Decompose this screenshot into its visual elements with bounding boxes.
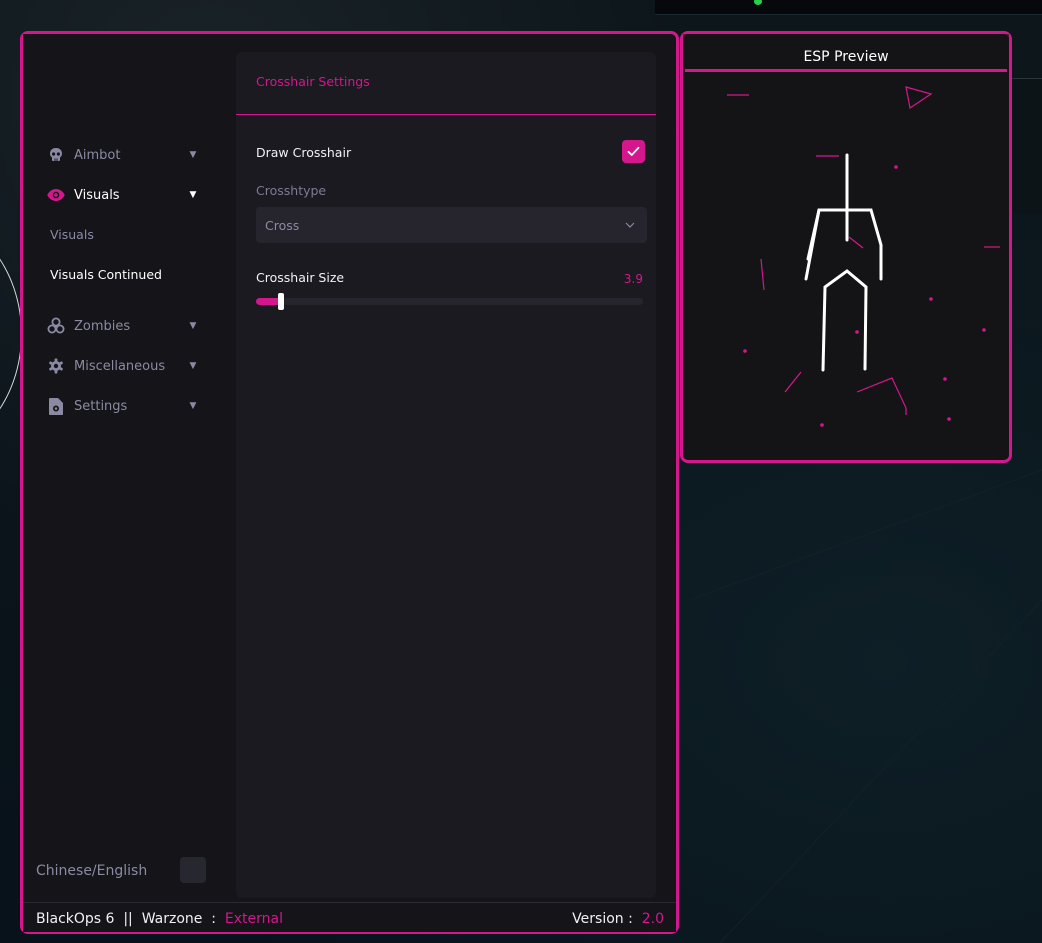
crosstype-label: Crosshtype (256, 183, 327, 198)
sidebar-item-aimbot[interactable]: Aimbot ▼ (47, 143, 199, 167)
sidebar-item-visuals[interactable]: Visuals ▼ (47, 183, 199, 207)
sidebar-item-settings[interactable]: Settings ▼ (47, 394, 199, 418)
gear-icon (47, 357, 65, 375)
crosshair-size-slider[interactable] (256, 293, 643, 310)
chevron-down-icon: ▼ (189, 361, 197, 371)
crosstype-dropdown[interactable]: Cross (256, 207, 647, 243)
section-title: Crosshair Settings (256, 74, 370, 89)
settings-panel: Crosshair Settings Draw Crosshair Crossh… (236, 52, 656, 898)
sidebar-subitem-visuals[interactable]: Visuals (50, 227, 94, 242)
esp-preview-title: ESP Preview (683, 34, 1009, 70)
footer-build-info: BlackOps 6 || Warzone : External (36, 911, 283, 927)
esp-particles (727, 86, 1000, 427)
sidebar-item-miscellaneous[interactable]: Miscellaneous ▼ (47, 354, 199, 378)
esp-preview-window: ESP Preview (680, 31, 1012, 463)
language-toggle[interactable] (180, 857, 206, 883)
eye-icon (47, 186, 65, 204)
sidebar: Aimbot ▼ Visuals ▼ Visuals Visuals Conti… (23, 34, 223, 900)
sidebar-item-label: Aimbot (74, 147, 121, 163)
cheat-menu-window: Aimbot ▼ Visuals ▼ Visuals Visuals Conti… (20, 31, 679, 934)
version-label: Version : (572, 911, 633, 927)
esp-preview-canvas (727, 86, 1000, 427)
sidebar-item-label: Visuals (74, 187, 120, 203)
chevron-down-icon: ▼ (189, 190, 197, 200)
biohazard-icon (47, 317, 65, 335)
skull-icon (47, 146, 65, 164)
esp-skeleton (804, 153, 883, 372)
status-footer: BlackOps 6 || Warzone : External Version… (23, 902, 676, 932)
crosstype-selected-value: Cross (265, 217, 300, 233)
chevron-down-icon: ▼ (189, 321, 197, 331)
checkmark-icon (627, 146, 640, 156)
chevron-down-icon: ▼ (189, 150, 197, 160)
chevron-down-icon (625, 222, 635, 228)
sidebar-item-label: Zombies (74, 318, 131, 334)
footer-version: Version : 2.0 (572, 911, 664, 927)
file-settings-icon (47, 397, 65, 415)
draw-crosshair-label: Draw Crosshair (256, 145, 352, 160)
mode-name: Warzone (141, 911, 203, 927)
separator: || (123, 911, 133, 927)
sidebar-item-zombies[interactable]: Zombies ▼ (47, 314, 199, 338)
section-divider (236, 114, 656, 115)
game-name: BlackOps 6 (36, 911, 115, 927)
colon: : (211, 911, 216, 927)
build-type: External (224, 911, 283, 927)
language-label: Chinese/English (36, 863, 148, 879)
version-value: 2.0 (641, 911, 664, 927)
chevron-down-icon: ▼ (189, 401, 197, 411)
sidebar-subitem-visuals-continued[interactable]: Visuals Continued (50, 267, 162, 282)
sidebar-item-label: Settings (74, 398, 128, 414)
sidebar-item-label: Miscellaneous (74, 358, 166, 374)
slider-thumb[interactable] (278, 293, 284, 310)
crosshair-size-label: Crosshair Size (256, 270, 345, 285)
draw-crosshair-checkbox[interactable] (622, 140, 645, 163)
crosshair-size-value: 3.9 (623, 272, 643, 286)
